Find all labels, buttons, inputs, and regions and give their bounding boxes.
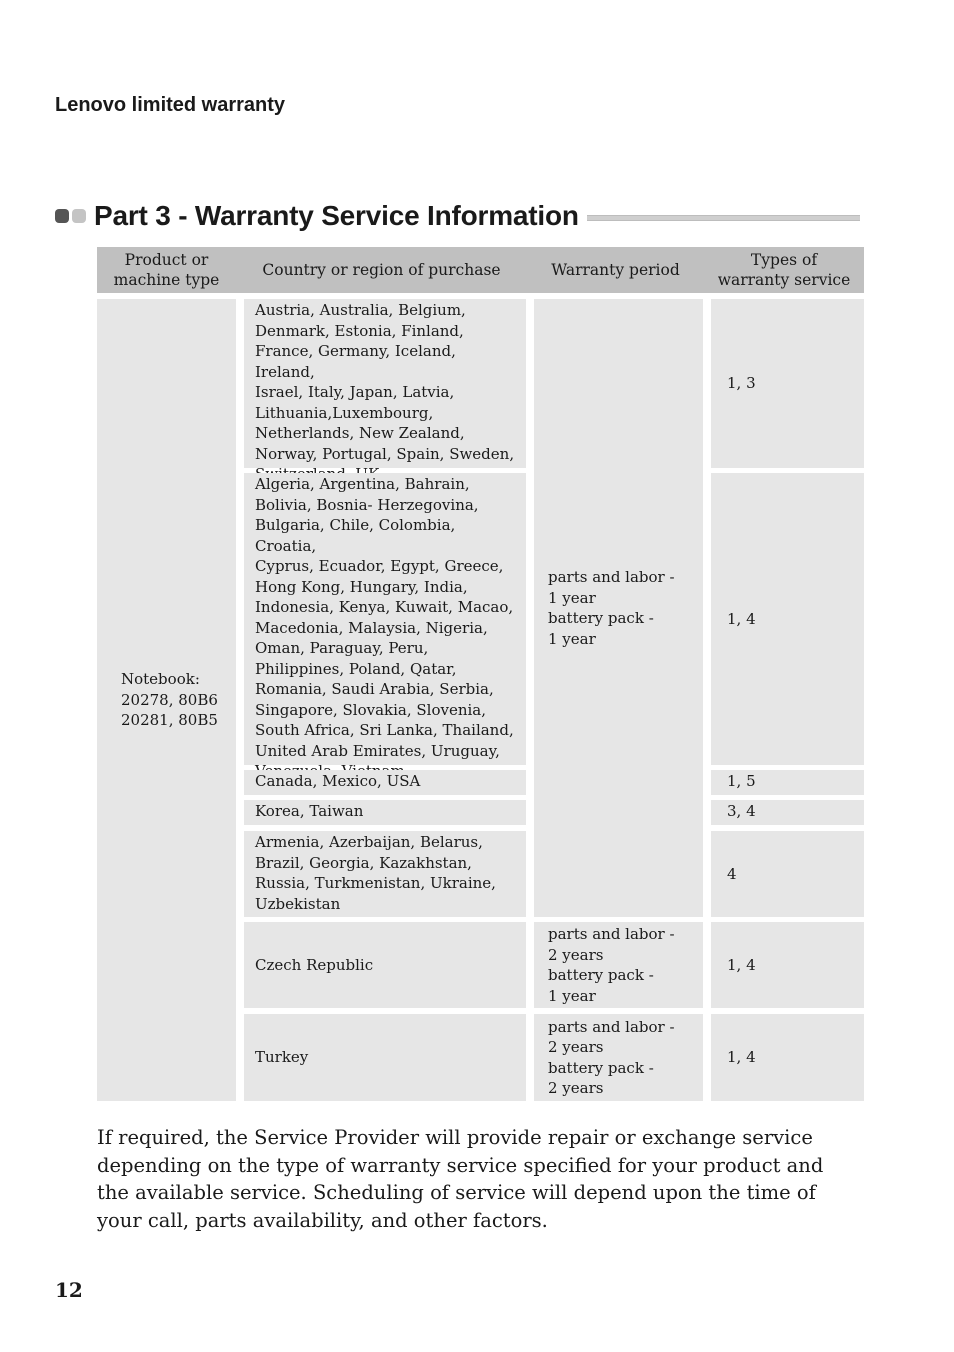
country-cell: Armenia, Azerbaijan, Belarus, Brazil, Ge… [244, 831, 526, 917]
service-types-text: 1, 4 [727, 609, 756, 628]
title-rule [586, 215, 860, 221]
country-text: Czech Republic [255, 955, 374, 974]
service-types-cell: 3, 4 [711, 800, 864, 825]
service-types-text: 1, 3 [727, 374, 756, 393]
service-types-cell: 1, 4 [711, 922, 864, 1008]
service-types-cell: 1, 4 [711, 473, 864, 765]
warranty-period-text: parts and labor - 2 years battery pack -… [548, 925, 675, 1005]
bullet-light-icon [72, 209, 86, 223]
running-head: Lenovo limited warranty [55, 94, 286, 116]
country-text: Algeria, Argentina, Bahrain, Bolivia, Bo… [255, 475, 514, 780]
country-cell: Turkey [244, 1014, 526, 1101]
warranty-period-cell: parts and labor - 1 year battery pack - … [534, 299, 703, 917]
country-cell: Canada, Mexico, USA [244, 770, 526, 795]
country-text: Armenia, Azerbaijan, Belarus, Brazil, Ge… [255, 833, 496, 913]
bullet-dark-icon [55, 209, 69, 223]
table-body: Notebook: 20278, 80B6 20281, 80B5 Austri… [97, 299, 864, 1101]
country-text: Korea, Taiwan [255, 802, 364, 820]
header-warranty-period: Warranty period [527, 247, 704, 293]
page-number: 12 [55, 1278, 83, 1302]
service-types-cell: 1, 5 [711, 770, 864, 795]
warranty-period-text: parts and labor - 2 years battery pack -… [548, 1017, 675, 1098]
header-country-label: Country or region of purchase [262, 261, 501, 279]
body-paragraph: If required, the Service Provider will p… [97, 1126, 824, 1232]
service-types-text: 3, 4 [727, 802, 756, 820]
service-types-cell: 4 [711, 831, 864, 917]
warranty-period-cell: parts and labor - 2 years battery pack -… [534, 922, 703, 1008]
header-types-label: Types of warranty service [717, 251, 851, 289]
service-types-text: 4 [727, 864, 737, 883]
header-service-types: Types of warranty service [704, 247, 864, 293]
country-cell: Czech Republic [244, 922, 526, 1008]
country-text: Turkey [255, 1048, 309, 1067]
table-header-row: Product or machine type Country or regio… [97, 247, 864, 293]
service-types-text: 1, 4 [727, 1048, 756, 1067]
section-title: Part 3 - Warranty Service Information [94, 200, 579, 231]
service-types-text: 1, 4 [727, 955, 756, 974]
service-types-cell: 1, 4 [711, 1014, 864, 1101]
country-cell: Austria, Australia, Belgium, Denmark, Es… [244, 299, 526, 483]
section-header: Part 3 - Warranty Service Information [55, 198, 860, 234]
service-types-text: 1, 5 [727, 772, 756, 790]
product-cell: Notebook: 20278, 80B6 20281, 80B5 [97, 299, 236, 1101]
country-text: Canada, Mexico, USA [255, 772, 421, 790]
header-product: Product or machine type [97, 247, 236, 293]
product-text: Notebook: 20278, 80B6 20281, 80B5 [121, 670, 218, 730]
header-product-label: Product or machine type [113, 251, 220, 289]
country-cell: Algeria, Argentina, Bahrain, Bolivia, Bo… [244, 473, 526, 780]
country-text: Austria, Australia, Belgium, Denmark, Es… [255, 301, 515, 483]
warranty-table: Product or machine type Country or regio… [97, 247, 864, 1101]
warranty-period-cell: parts and labor - 2 years battery pack -… [534, 1014, 703, 1101]
header-country: Country or region of purchase [236, 247, 527, 293]
country-cell: Korea, Taiwan [244, 800, 526, 825]
header-period-label: Warranty period [551, 261, 680, 279]
warranty-period-text: parts and labor - 1 year battery pack - … [548, 568, 675, 648]
service-types-cell: 1, 3 [711, 299, 864, 468]
